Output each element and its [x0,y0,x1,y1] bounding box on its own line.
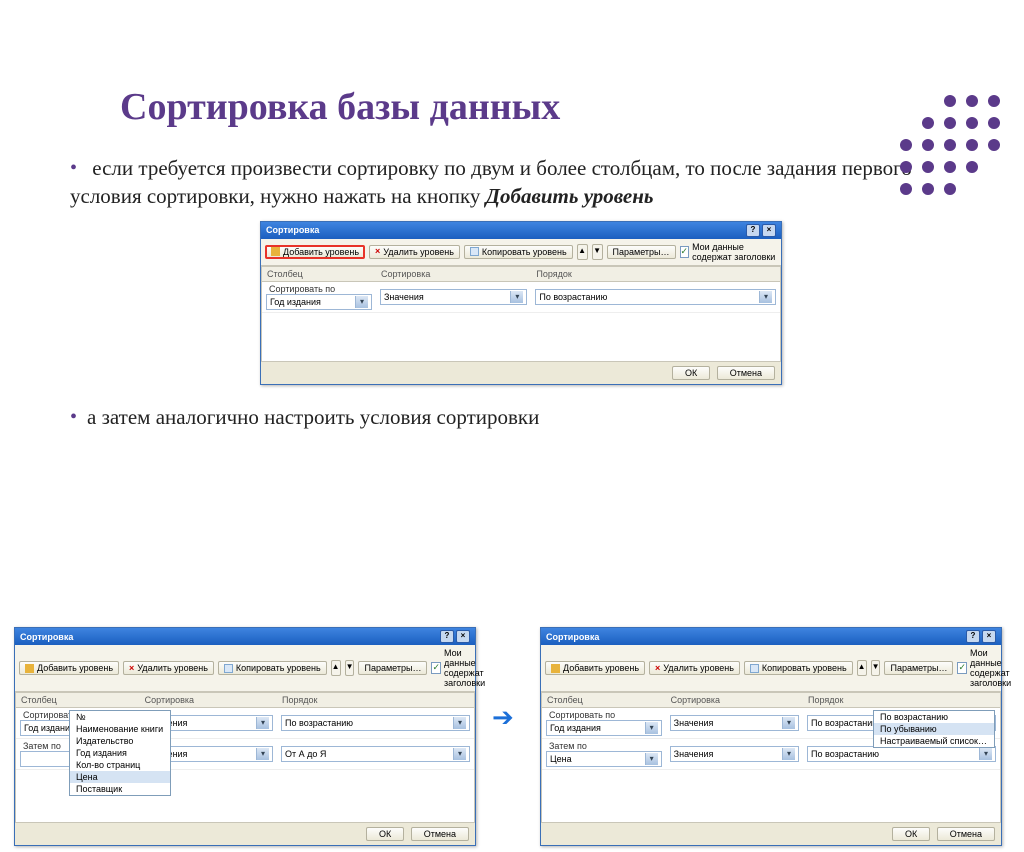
row-sortby: Сортировать по [546,708,618,722]
close-icon[interactable]: × [762,224,776,237]
list-item[interactable]: № [70,711,170,723]
order-combo[interactable]: По возрастанию▾ [281,715,470,731]
help-icon[interactable]: ? [440,630,454,643]
add-level-button[interactable]: Добавить уровень [19,661,119,675]
order-combo[interactable]: От А до Я▾ [281,746,470,762]
cancel-button[interactable]: Отмена [717,366,775,380]
column-combo[interactable]: Год издания▾ [546,720,662,736]
sorton-combo[interactable]: Значения▾ [670,715,799,731]
move-down-button[interactable]: ▼ [592,244,603,260]
order-combo-2[interactable]: По возрастанию▾ [807,746,996,762]
ok-button[interactable]: ОК [892,827,930,841]
col-column: Столбец [542,693,666,708]
row-thenby: Затем по [20,739,64,753]
col-order: Порядок [277,693,474,708]
list-item[interactable]: Издательство [70,735,170,747]
options-button[interactable]: Параметры… [607,245,676,259]
copy-icon [470,247,479,256]
col-order: Порядок [531,267,780,282]
bullet-1: если требуется произвести сортировку по … [70,154,964,211]
row-thenby: Затем по [546,739,590,753]
copy-level-button[interactable]: Копировать уровень [464,245,573,259]
close-icon[interactable]: × [456,630,470,643]
list-item[interactable]: Настраиваемый список… [874,735,994,747]
arrow-right-icon: ➔ [492,703,514,733]
copy-icon [750,664,759,673]
page-title: Сортировка базы данных [120,85,1024,129]
list-item[interactable]: Поставщик [70,783,170,795]
delete-level-button[interactable]: ×Удалить уровень [369,245,460,259]
move-up-button[interactable]: ▲ [331,660,341,676]
order-combo[interactable]: По возрастанию▾ [535,289,776,305]
help-icon[interactable]: ? [746,224,760,237]
add-icon [25,664,34,673]
move-up-button[interactable]: ▲ [857,660,867,676]
list-item[interactable]: По убыванию [874,723,994,735]
decorative-dots [900,95,1004,199]
col-column: Столбец [262,267,376,282]
sorton-combo[interactable]: Значения▾ [670,746,799,762]
list-item[interactable]: Цена [70,771,170,783]
dialog-title: Сортировка [546,632,599,642]
list-item[interactable]: Год издания [70,747,170,759]
dialog-title: Сортировка [20,632,73,642]
sort-dialog-1: Сортировка ? × Добавить уровень ×Удалить… [260,221,782,385]
delete-level-button[interactable]: ×Удалить уровень [123,661,214,675]
list-item[interactable]: Кол-во страниц [70,759,170,771]
field-dropdown[interactable]: № Наименование книги Издательство Год из… [69,710,171,796]
delete-icon: × [655,664,660,673]
headers-checkbox[interactable]: ✓Мои данные содержат заголовки [680,242,777,262]
help-icon[interactable]: ? [966,630,980,643]
column-combo[interactable]: Год издания▾ [266,294,372,310]
options-button[interactable]: Параметры… [884,661,953,675]
col-sort: Сортировка [666,693,803,708]
list-item[interactable]: Наименование книги [70,723,170,735]
move-down-button[interactable]: ▼ [871,660,881,676]
move-down-button[interactable]: ▼ [345,660,355,676]
options-button[interactable]: Параметры… [358,661,427,675]
dialog-title: Сортировка [266,225,319,235]
add-level-button[interactable]: Добавить уровень [545,661,645,675]
close-icon[interactable]: × [982,630,996,643]
sort-dialog-2: Сортировка ? × Добавить уровень ×Удалить… [14,627,476,846]
col-column: Столбец [16,693,140,708]
chevron-down-icon: ▾ [510,291,523,303]
add-icon [551,664,560,673]
ok-button[interactable]: ОК [366,827,404,841]
headers-checkbox[interactable]: ✓Мои данные содержат заголовки [957,648,1013,688]
col-sort: Сортировка [140,693,277,708]
copy-level-button[interactable]: Копировать уровень [744,661,853,675]
add-icon [271,247,280,256]
row-sortby: Сортировать по [266,282,338,296]
bullet-2: а затем аналогично настроить условия сор… [70,403,964,431]
add-level-button[interactable]: Добавить уровень [265,245,365,259]
order-dropdown[interactable]: По возрастанию По убыванию Настраиваемый… [873,710,995,748]
ok-button[interactable]: ОК [672,366,710,380]
chevron-down-icon: ▾ [355,296,368,308]
copy-icon [224,664,233,673]
move-up-button[interactable]: ▲ [577,244,588,260]
col-order: Порядок [803,693,1000,708]
bullet-1-bold: Добавить уровень [486,184,654,208]
chevron-down-icon: ▾ [759,291,772,303]
list-item[interactable]: По возрастанию [874,711,994,723]
col-sort: Сортировка [376,267,531,282]
cancel-button[interactable]: Отмена [411,827,469,841]
cancel-button[interactable]: Отмена [937,827,995,841]
copy-level-button[interactable]: Копировать уровень [218,661,327,675]
delete-level-button[interactable]: ×Удалить уровень [649,661,740,675]
delete-icon: × [129,664,134,673]
sort-dialog-3: Сортировка ? × Добавить уровень ×Удалить… [540,627,1002,846]
sorton-combo[interactable]: Значения▾ [380,289,527,305]
delete-icon: × [375,247,380,256]
headers-checkbox[interactable]: ✓Мои данные содержат заголовки [431,648,487,688]
column-combo-2[interactable]: Цена▾ [546,751,662,767]
